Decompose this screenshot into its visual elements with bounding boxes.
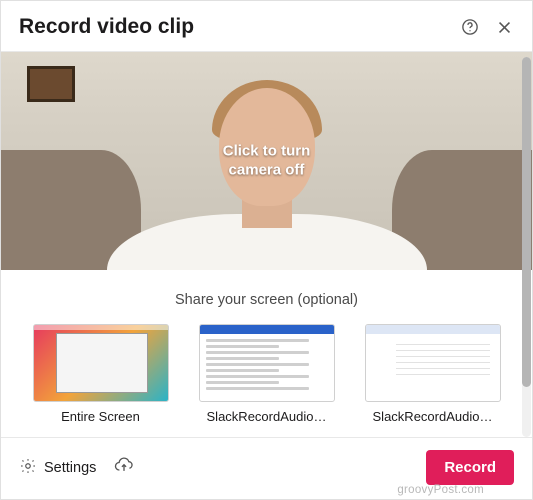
scrollbar-thumb[interactable]	[522, 57, 531, 387]
record-video-modal: Record video clip Click to turn	[0, 0, 533, 500]
share-option-window-1[interactable]: SlackRecordAudio…	[199, 324, 335, 424]
gear-icon	[19, 457, 37, 479]
share-screen-section: Share your screen (optional) Entire Scre…	[1, 270, 532, 432]
share-screen-title: Share your screen (optional)	[29, 292, 504, 308]
footer-left: Settings	[19, 455, 134, 480]
modal-title: Record video clip	[19, 15, 194, 39]
camera-preview[interactable]: Click to turn camera off	[1, 52, 532, 270]
record-button[interactable]: Record	[426, 450, 514, 485]
modal-body: Click to turn camera off Share your scre…	[1, 52, 532, 437]
settings-label: Settings	[44, 460, 96, 476]
share-label: Entire Screen	[61, 409, 140, 424]
share-thumb-window-2	[365, 324, 501, 402]
camera-feed-placeholder	[1, 52, 532, 270]
share-label: SlackRecordAudio…	[373, 409, 493, 424]
modal-footer: Settings Record	[1, 437, 532, 499]
close-icon[interactable]	[494, 17, 514, 37]
share-thumb-window-1	[199, 324, 335, 402]
share-options: Entire Screen SlackRecordAudio… SlackRec…	[29, 324, 504, 424]
header-actions	[460, 17, 514, 37]
share-option-window-2[interactable]: SlackRecordAudio…	[365, 324, 501, 424]
scrollbar[interactable]	[522, 57, 531, 437]
share-label: SlackRecordAudio…	[207, 409, 327, 424]
upload-icon[interactable]	[114, 455, 134, 480]
share-thumb-entire-screen	[33, 324, 169, 402]
settings-button[interactable]: Settings	[19, 457, 96, 479]
share-option-entire-screen[interactable]: Entire Screen	[33, 324, 169, 424]
help-icon[interactable]	[460, 17, 480, 37]
modal-header: Record video clip	[1, 1, 532, 52]
